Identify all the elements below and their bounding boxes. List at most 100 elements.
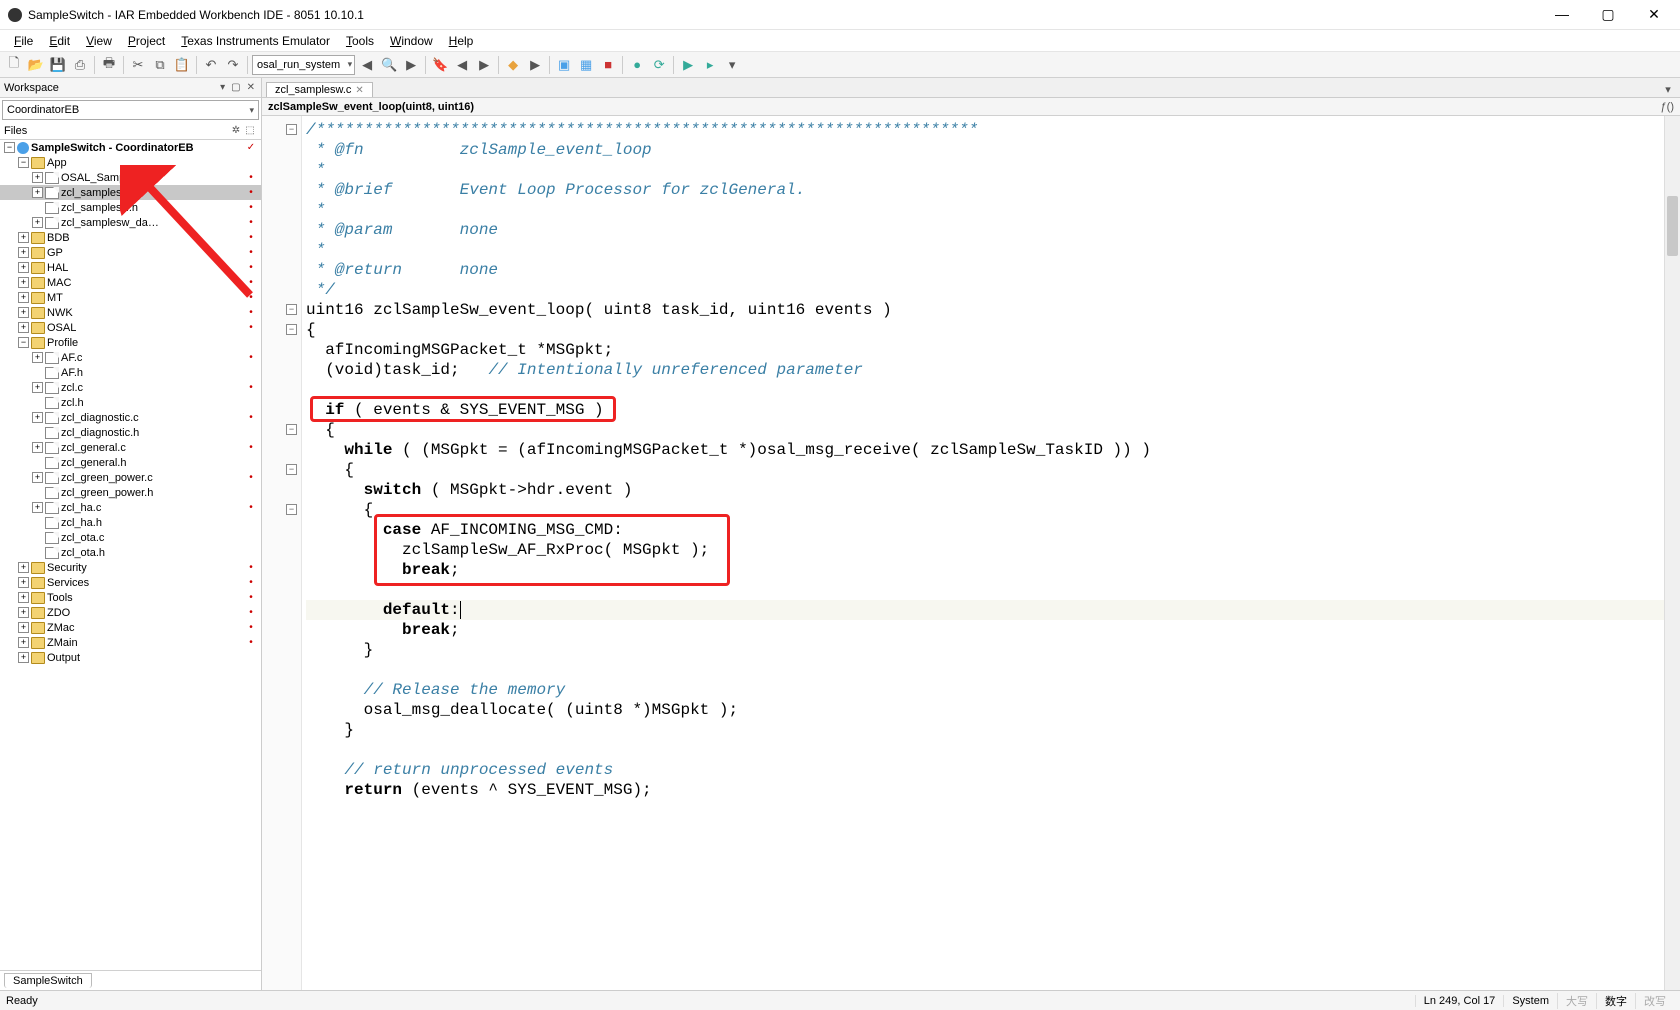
code-line[interactable]: * @return none bbox=[306, 260, 1664, 280]
nav-back-icon[interactable]: ◆ bbox=[503, 55, 523, 75]
tree-item[interactable]: zcl.h bbox=[0, 395, 261, 410]
tree-item[interactable]: zcl_ha.h bbox=[0, 515, 261, 530]
tree-item[interactable]: −SampleSwitch - CoordinatorEB✓ bbox=[0, 140, 261, 155]
tree-item[interactable]: zcl_ota.h bbox=[0, 545, 261, 560]
code-line[interactable]: * bbox=[306, 240, 1664, 260]
code-line[interactable]: uint16 zclSampleSw_event_loop( uint8 tas… bbox=[306, 300, 1664, 320]
download-debug-icon[interactable]: ▸ bbox=[700, 55, 720, 75]
workspace-tab[interactable]: SampleSwitch bbox=[4, 973, 92, 988]
menu-help[interactable]: Help bbox=[441, 32, 482, 50]
tree-item[interactable]: +BDB• bbox=[0, 230, 261, 245]
code-line[interactable]: * @fn zclSample_event_loop bbox=[306, 140, 1664, 160]
tree-item[interactable]: AF.h bbox=[0, 365, 261, 380]
code-line[interactable] bbox=[306, 740, 1664, 760]
tree-toggle-icon[interactable]: + bbox=[18, 622, 29, 633]
bookmark-toggle-icon[interactable]: 🔖 bbox=[430, 55, 450, 75]
open-icon[interactable]: 📂 bbox=[26, 55, 46, 75]
tree-toggle-icon[interactable]: + bbox=[18, 262, 29, 273]
tree-item[interactable]: +zcl_samplesw_da…• bbox=[0, 215, 261, 230]
print-icon[interactable]: 🖶 bbox=[99, 55, 119, 75]
tree-item[interactable]: +ZMain• bbox=[0, 635, 261, 650]
tree-item[interactable]: +zcl_diagnostic.c• bbox=[0, 410, 261, 425]
tree-toggle-icon[interactable]: + bbox=[32, 187, 43, 198]
code-line[interactable]: } bbox=[306, 720, 1664, 740]
scrollbar-thumb[interactable] bbox=[1667, 196, 1678, 256]
tree-item[interactable]: +GP• bbox=[0, 245, 261, 260]
find-next-icon[interactable]: ▶ bbox=[401, 55, 421, 75]
tree-item[interactable]: +MAC• bbox=[0, 275, 261, 290]
tree-item[interactable]: +zcl_green_power.c• bbox=[0, 470, 261, 485]
tree-toggle-icon[interactable]: + bbox=[32, 412, 43, 423]
ws-close-icon[interactable]: ✕ bbox=[245, 82, 257, 93]
code-line[interactable]: afIncomingMSGPacket_t *MSGpkt; bbox=[306, 340, 1664, 360]
tree-item[interactable]: −Profile bbox=[0, 335, 261, 350]
breadcrumb[interactable]: zclSampleSw_event_loop(uint8, uint16) ƒ(… bbox=[262, 98, 1680, 116]
tree-item[interactable]: +zcl_general.c• bbox=[0, 440, 261, 455]
tree-item[interactable]: +zcl.c• bbox=[0, 380, 261, 395]
tree-item[interactable]: zcl_diagnostic.h bbox=[0, 425, 261, 440]
tree-item[interactable]: +HAL• bbox=[0, 260, 261, 275]
tree-item[interactable]: +OSAL_SampleSw.c• bbox=[0, 170, 261, 185]
tree-item[interactable]: +OSAL• bbox=[0, 320, 261, 335]
fold-toggle-icon[interactable]: − bbox=[286, 424, 297, 435]
dropdown-icon[interactable]: ▾ bbox=[722, 55, 742, 75]
tree-item[interactable]: zcl_samplesw.h• bbox=[0, 200, 261, 215]
tree-item[interactable]: zcl_green_power.h bbox=[0, 485, 261, 500]
tree-toggle-icon[interactable]: + bbox=[18, 592, 29, 603]
menu-texas-instruments-emulator[interactable]: Texas Instruments Emulator bbox=[173, 32, 338, 50]
function-nav-icon[interactable]: ƒ() bbox=[1661, 101, 1674, 113]
compile-icon[interactable]: ▣ bbox=[554, 55, 574, 75]
menu-file[interactable]: File bbox=[6, 32, 41, 50]
code-line[interactable]: osal_msg_deallocate( (uint8 *)MSGpkt ); bbox=[306, 700, 1664, 720]
code-line[interactable] bbox=[306, 660, 1664, 680]
code-line[interactable]: * bbox=[306, 200, 1664, 220]
tab-close-icon[interactable]: ✕ bbox=[355, 85, 363, 96]
code-line[interactable]: (void)task_id; // Intentionally unrefere… bbox=[306, 360, 1664, 380]
code-editor[interactable]: /***************************************… bbox=[302, 116, 1664, 990]
file-tree[interactable]: −SampleSwitch - CoordinatorEB✓−App+OSAL_… bbox=[0, 140, 261, 970]
find-prev-icon[interactable]: ◀ bbox=[357, 55, 377, 75]
redo-icon[interactable]: ↷ bbox=[223, 55, 243, 75]
tree-item[interactable]: +NWK• bbox=[0, 305, 261, 320]
breakpoint-icon[interactable]: ● bbox=[627, 55, 647, 75]
code-line[interactable]: switch ( MSGpkt->hdr.event ) bbox=[306, 480, 1664, 500]
tree-toggle-icon[interactable]: − bbox=[18, 337, 29, 348]
tree-toggle-icon[interactable]: + bbox=[18, 232, 29, 243]
tree-toggle-icon[interactable]: + bbox=[32, 352, 43, 363]
code-line[interactable]: * @brief Event Loop Processor for zclGen… bbox=[306, 180, 1664, 200]
save-all-icon[interactable]: ⎙ bbox=[70, 55, 90, 75]
tree-toggle-icon[interactable]: + bbox=[18, 292, 29, 303]
tree-item[interactable]: +AF.c• bbox=[0, 350, 261, 365]
ws-dropdown-icon[interactable]: ▾ bbox=[218, 82, 227, 93]
code-line[interactable]: /***************************************… bbox=[306, 120, 1664, 140]
debug-icon[interactable]: ⟳ bbox=[649, 55, 669, 75]
tree-toggle-icon[interactable]: + bbox=[18, 577, 29, 588]
tree-item[interactable]: +MT• bbox=[0, 290, 261, 305]
undo-icon[interactable]: ↶ bbox=[201, 55, 221, 75]
files-cfg-icon[interactable]: ✲ bbox=[229, 125, 243, 136]
find-icon[interactable]: 🔍 bbox=[379, 55, 399, 75]
gutter[interactable]: −−−−−− bbox=[262, 116, 302, 990]
menu-window[interactable]: Window bbox=[382, 32, 441, 50]
bookmark-prev-icon[interactable]: ◀ bbox=[452, 55, 472, 75]
tree-item[interactable]: +zcl_ha.c• bbox=[0, 500, 261, 515]
code-line[interactable]: { bbox=[306, 460, 1664, 480]
tree-toggle-icon[interactable]: + bbox=[18, 247, 29, 258]
menu-view[interactable]: View bbox=[78, 32, 120, 50]
tree-toggle-icon[interactable]: − bbox=[18, 157, 29, 168]
tree-toggle-icon[interactable]: + bbox=[18, 277, 29, 288]
tree-toggle-icon[interactable]: + bbox=[32, 382, 43, 393]
fold-toggle-icon[interactable]: − bbox=[286, 324, 297, 335]
nav-fwd-icon[interactable]: ▶ bbox=[525, 55, 545, 75]
tree-toggle-icon[interactable]: + bbox=[32, 472, 43, 483]
stop-build-icon[interactable]: ■ bbox=[598, 55, 618, 75]
code-line[interactable]: } bbox=[306, 640, 1664, 660]
new-icon[interactable]: 🗋 bbox=[4, 55, 24, 75]
code-line[interactable]: while ( (MSGpkt = (afIncomingMSGPacket_t… bbox=[306, 440, 1664, 460]
copy-icon[interactable]: ⧉ bbox=[150, 55, 170, 75]
tree-toggle-icon[interactable]: + bbox=[32, 502, 43, 513]
code-line[interactable]: // Release the memory bbox=[306, 680, 1664, 700]
tree-item[interactable]: +zcl_samplesw.c• bbox=[0, 185, 261, 200]
tree-item[interactable]: zcl_ota.c bbox=[0, 530, 261, 545]
paste-icon[interactable]: 📋 bbox=[172, 55, 192, 75]
